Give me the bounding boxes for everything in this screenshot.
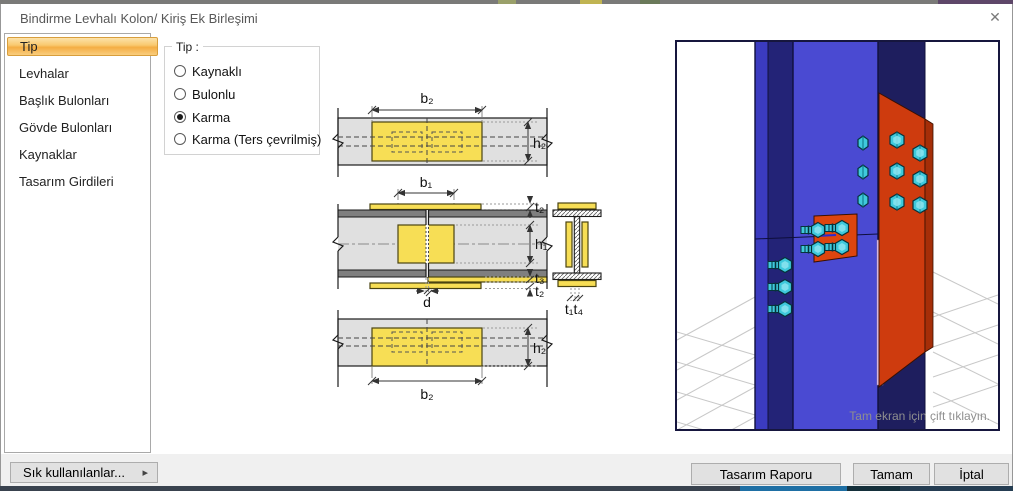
- radio-label: Karma (Ters çevrilmiş): [192, 131, 322, 147]
- radio-icon-selected[interactable]: [174, 111, 186, 123]
- radio-icon[interactable]: [174, 65, 186, 77]
- radio-icon[interactable]: [174, 133, 186, 145]
- cancel-button[interactable]: İptal: [934, 463, 1009, 485]
- close-icon[interactable]: ✕: [984, 7, 1006, 27]
- connection-dimension-drawing: b₂ h₂ b₁ t₂ h₁ t₃ t₂ d t₁t₄ h₂ b₂: [331, 90, 602, 402]
- elevation-view: b₁ t₂ h₁ t₃ t₂ d: [331, 174, 554, 310]
- radio-icon[interactable]: [174, 88, 186, 100]
- radio-label: Kaynaklı: [192, 63, 242, 79]
- radio-karma[interactable]: Karma: [174, 109, 230, 125]
- tip-group-title: Tip :: [172, 40, 203, 54]
- preview-caption: Tam ekran için çift tıklayın.: [849, 409, 990, 423]
- side-flange-bolts: [767, 256, 793, 318]
- design-report-button[interactable]: Tasarım Raporu: [691, 463, 841, 485]
- radio-bulonlu[interactable]: Bulonlu: [174, 86, 235, 102]
- ok-button[interactable]: Tamam: [853, 463, 930, 485]
- dim-label-d: d: [423, 294, 431, 310]
- screen: Bindirme Levhalı Kolon/ Kiriş Ek Birleşi…: [0, 0, 1013, 491]
- dim-label-h2-bottom: h₂: [533, 340, 546, 356]
- dim-label-b2-top: b₂: [420, 90, 433, 106]
- dim-label-h1: h₁: [535, 236, 548, 252]
- favorites-arrow-icon[interactable]: ▸: [142, 466, 148, 479]
- section-view: t₁t₄: [552, 202, 602, 317]
- sidebar-item-baslik-bulonlari[interactable]: Başlık Bulonları: [7, 91, 158, 110]
- background-pixel-seg: [740, 486, 847, 491]
- flange-splice-plate: [878, 92, 934, 389]
- preview-3d-panel[interactable]: Tam ekran için çift tıklayın.: [675, 40, 1000, 461]
- dim-label-b2-bottom: b₂: [420, 386, 433, 402]
- sidebar: Tip Levhalar Başlık Bulonları Gövde Bulo…: [4, 33, 158, 453]
- plan-top-view: b₂ h₂: [331, 90, 554, 177]
- sidebar-item-tip[interactable]: Tip: [7, 37, 158, 56]
- dim-label-h2-top: h₂: [533, 135, 546, 151]
- favorites-label: Sık kullanılanlar...: [23, 465, 125, 480]
- sidebar-item-kaynaklar[interactable]: Kaynaklar: [7, 145, 158, 164]
- sidebar-item-tasarim-girdileri[interactable]: Tasarım Girdileri: [7, 172, 158, 191]
- radio-label: Karma: [192, 109, 231, 125]
- dim-label-t2-top: t₂: [535, 199, 544, 215]
- dim-label-t1t4: t₁t₄: [565, 301, 584, 317]
- preview-3d-render: [676, 42, 999, 461]
- dim-label-b1: b₁: [420, 174, 433, 190]
- favorites-split-button[interactable]: Sık kullanılanlar... ▸: [10, 462, 158, 483]
- background-bottom-strip: [0, 486, 1013, 491]
- radio-karma-ters[interactable]: Karma (Ters çevrilmiş): [174, 131, 321, 147]
- dialog-title: Bindirme Levhalı Kolon/ Kiriş Ek Birleşi…: [20, 11, 258, 26]
- radio-kaynakli[interactable]: Kaynaklı: [174, 63, 242, 79]
- sidebar-item-levhalar[interactable]: Levhalar: [7, 64, 158, 83]
- background-pixel-seg: [900, 486, 1013, 491]
- background-pixel-seg: [847, 486, 900, 491]
- radio-label: Bulonlu: [192, 86, 236, 102]
- sidebar-item-govde-bulonlari[interactable]: Gövde Bulonları: [7, 118, 158, 137]
- plan-bottom-view: h₂ b₂: [331, 310, 554, 402]
- dim-label-t2-bottom: t₂: [535, 283, 544, 299]
